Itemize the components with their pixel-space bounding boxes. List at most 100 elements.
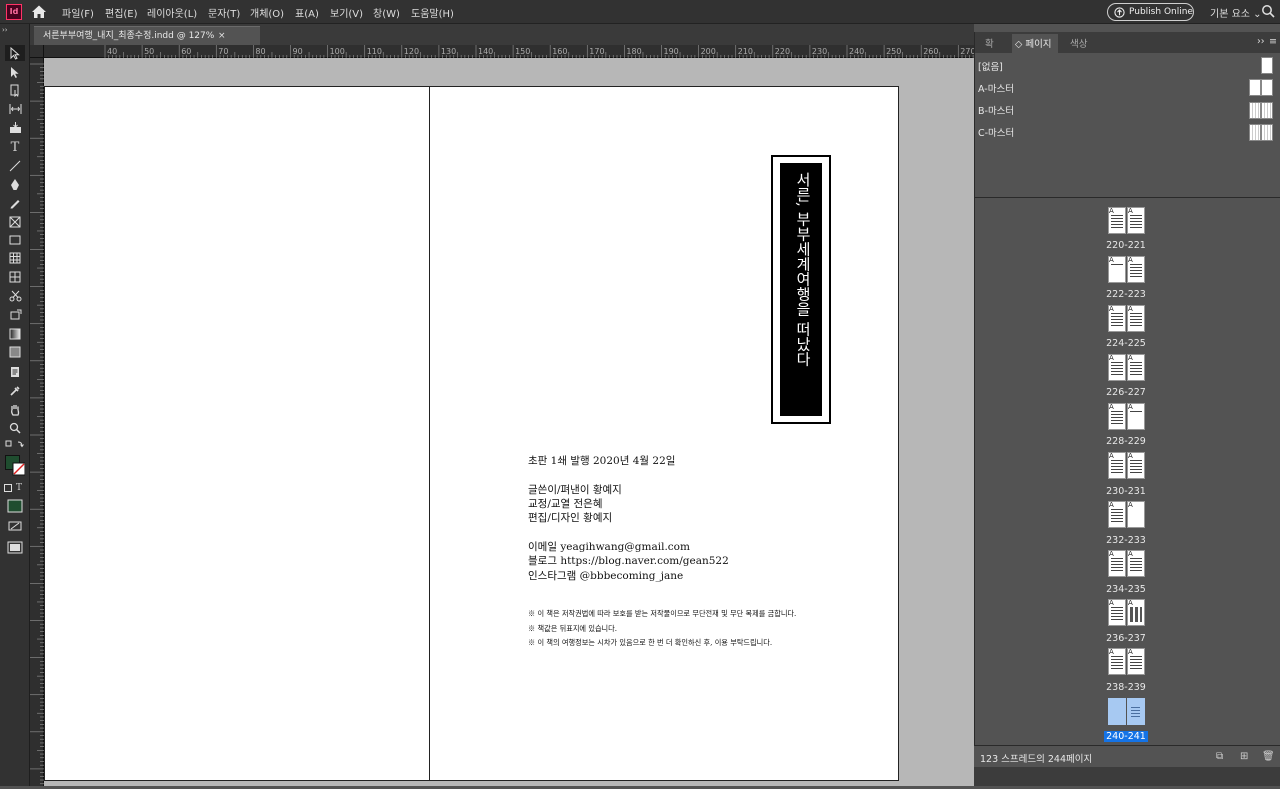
- left-page[interactable]: [44, 86, 430, 781]
- collapse-toolbox-icon[interactable]: ››: [2, 26, 22, 34]
- menu-object[interactable]: 개체(O): [250, 5, 284, 20]
- spread-thumb[interactable]: AA: [1108, 452, 1146, 481]
- price-note[interactable]: ※ 책값은 뒤표지에 있습니다.: [528, 624, 617, 634]
- spread-label[interactable]: 232-233: [1104, 535, 1148, 546]
- master-b-thumb-right[interactable]: [1261, 102, 1273, 119]
- menu-view[interactable]: 보기(V): [330, 5, 363, 20]
- gap-tool-icon[interactable]: [5, 101, 25, 117]
- master-none[interactable]: [없음]: [978, 59, 1003, 73]
- spread-label-selected[interactable]: 240-241: [1104, 731, 1148, 742]
- spread-thumb[interactable]: AA: [1108, 354, 1146, 383]
- master-a[interactable]: A-마스터: [978, 81, 1014, 95]
- spread-thumb[interactable]: AA: [1108, 599, 1146, 628]
- master-c-thumb-right[interactable]: [1261, 124, 1273, 141]
- master-a-thumb-right[interactable]: [1261, 79, 1273, 96]
- spread-label[interactable]: 228-229: [1104, 436, 1148, 447]
- line-tool-icon[interactable]: [5, 158, 25, 174]
- colophon-email[interactable]: 이메일 yeagihwang@gmail.com: [528, 539, 690, 554]
- delete-page-icon[interactable]: 🗑: [1262, 751, 1275, 762]
- spread-thumb[interactable]: AA: [1108, 207, 1146, 236]
- content-collector-tool-icon[interactable]: [5, 120, 25, 136]
- menu-edit[interactable]: 편집(E): [105, 5, 138, 20]
- spread-label[interactable]: 238-239: [1104, 682, 1148, 693]
- tab-links[interactable]: 확: [985, 36, 994, 50]
- colophon-blog[interactable]: 블로그 https://blog.naver.com/gean522: [528, 553, 729, 568]
- master-b-thumb-left[interactable]: [1249, 102, 1261, 119]
- colophon-author[interactable]: 글쓴이/펴낸이 황예지: [528, 482, 622, 497]
- master-none-thumb[interactable]: [1261, 57, 1273, 74]
- master-c-thumb-left[interactable]: [1249, 124, 1261, 141]
- zoom-tool-icon[interactable]: [5, 420, 25, 436]
- pen-tool-icon[interactable]: [5, 176, 25, 192]
- spread-thumb[interactable]: AA: [1108, 403, 1146, 432]
- spread-label[interactable]: 220-221: [1104, 240, 1148, 251]
- spread-label[interactable]: 224-225: [1104, 338, 1148, 349]
- spread-label[interactable]: 234-235: [1104, 584, 1148, 595]
- panel-collapse-icon[interactable]: ››: [1257, 36, 1265, 47]
- tab-color[interactable]: 색상: [1070, 36, 1087, 50]
- spread-label[interactable]: 230-231: [1104, 486, 1148, 497]
- vertical-ruler[interactable]: [30, 58, 44, 786]
- table-tool-icon[interactable]: [5, 250, 25, 266]
- default-colors-icon[interactable]: [5, 440, 25, 450]
- fill-stroke-swatch[interactable]: [5, 455, 25, 477]
- document-canvas[interactable]: 서른, 부부세계여행을 떠났다 초판 1쇄 발행 2020년 4월 22일 글쓴…: [44, 58, 974, 786]
- apply-color-icon[interactable]: [5, 499, 25, 513]
- pencil-tool-icon[interactable]: [5, 195, 25, 211]
- tab-pages[interactable]: ◇ 페이지: [1015, 36, 1052, 50]
- panel-menu-icon[interactable]: ≡: [1269, 36, 1277, 47]
- travel-info-note[interactable]: ※ 이 책의 여행정보는 시차가 있음으로 한 번 더 확인하신 후, 이용 부…: [528, 638, 772, 648]
- title-text-frame[interactable]: 서른, 부부세계여행을 떠났다: [771, 155, 831, 424]
- menu-layout[interactable]: 레이아웃(L): [147, 5, 197, 20]
- menu-file[interactable]: 파일(F): [62, 5, 94, 20]
- spread-thumb[interactable]: AA: [1108, 550, 1146, 579]
- direct-selection-tool-icon[interactable]: [5, 64, 25, 80]
- spread-label[interactable]: 236-237: [1104, 633, 1148, 644]
- menu-table[interactable]: 표(A): [295, 5, 319, 20]
- edit-page-size-icon[interactable]: ⧉: [1216, 751, 1223, 762]
- spread-thumb[interactable]: AA: [1108, 501, 1146, 530]
- publish-online-button[interactable]: Publish Online: [1107, 3, 1194, 21]
- page-tool-icon[interactable]: [5, 82, 25, 98]
- rectangle-frame-tool-icon[interactable]: [5, 214, 25, 230]
- ruler-origin[interactable]: [30, 45, 44, 58]
- search-icon[interactable]: [1261, 4, 1275, 18]
- type-tool-icon[interactable]: T: [5, 139, 25, 155]
- grid-tool-icon[interactable]: [5, 269, 25, 285]
- spread-thumb[interactable]: AA: [1108, 648, 1146, 677]
- copyright-note[interactable]: ※ 이 책은 저작권법에 따라 보호를 받는 저작물이므로 무단전재 및 무단 …: [528, 609, 796, 619]
- colophon-instagram[interactable]: 인스타그램 @bbbecoming_jane: [528, 568, 683, 583]
- selection-tool-icon[interactable]: [5, 45, 25, 61]
- master-b[interactable]: B-마스터: [978, 103, 1014, 117]
- hand-tool-icon[interactable]: [5, 401, 25, 417]
- colophon-design[interactable]: 편집/디자인 황예지: [528, 510, 612, 525]
- home-icon[interactable]: [31, 4, 47, 20]
- gradient-swatch-tool-icon[interactable]: [5, 326, 25, 342]
- spread-thumb-selected[interactable]: [1108, 698, 1146, 727]
- menu-window[interactable]: 창(W): [373, 5, 400, 20]
- horizontal-ruler[interactable]: 40 50 60 70 80 90 100 110 120 130 140 150 160 170 180 1…: [44, 45, 1067, 58]
- spread-thumb[interactable]: AA: [1108, 305, 1146, 334]
- colophon-proofreading[interactable]: 교정/교열 전은혜: [528, 496, 603, 511]
- master-c[interactable]: C-마스터: [978, 125, 1014, 139]
- apply-none-icon[interactable]: [5, 521, 25, 531]
- workspace-switcher[interactable]: 기본 요소 ⌄: [1210, 5, 1262, 20]
- rectangle-tool-icon[interactable]: [5, 232, 25, 248]
- new-page-icon[interactable]: ⊞: [1240, 751, 1248, 762]
- eyedropper-tool-icon[interactable]: [5, 383, 25, 399]
- note-tool-icon[interactable]: [5, 364, 25, 380]
- colophon-edition[interactable]: 초판 1쇄 발행 2020년 4월 22일: [528, 453, 675, 468]
- document-tab[interactable]: 서른부부여행_내지_최종수정.indd @ 127% ×: [34, 26, 260, 45]
- close-tab-icon[interactable]: ×: [218, 27, 226, 45]
- spread-label[interactable]: 222-223: [1104, 289, 1148, 300]
- gradient-feather-tool-icon[interactable]: [5, 344, 25, 360]
- scissors-tool-icon[interactable]: [5, 288, 25, 304]
- master-a-thumb-left[interactable]: [1249, 79, 1261, 96]
- format-container-icon[interactable]: T: [4, 482, 24, 494]
- spread-label[interactable]: 226-227: [1104, 387, 1148, 398]
- spread-thumb[interactable]: AA: [1108, 256, 1146, 285]
- menu-help[interactable]: 도움말(H): [411, 5, 454, 20]
- free-transform-tool-icon[interactable]: [5, 307, 25, 323]
- menu-type[interactable]: 문자(T): [208, 5, 240, 20]
- screen-mode-icon[interactable]: [5, 540, 25, 554]
